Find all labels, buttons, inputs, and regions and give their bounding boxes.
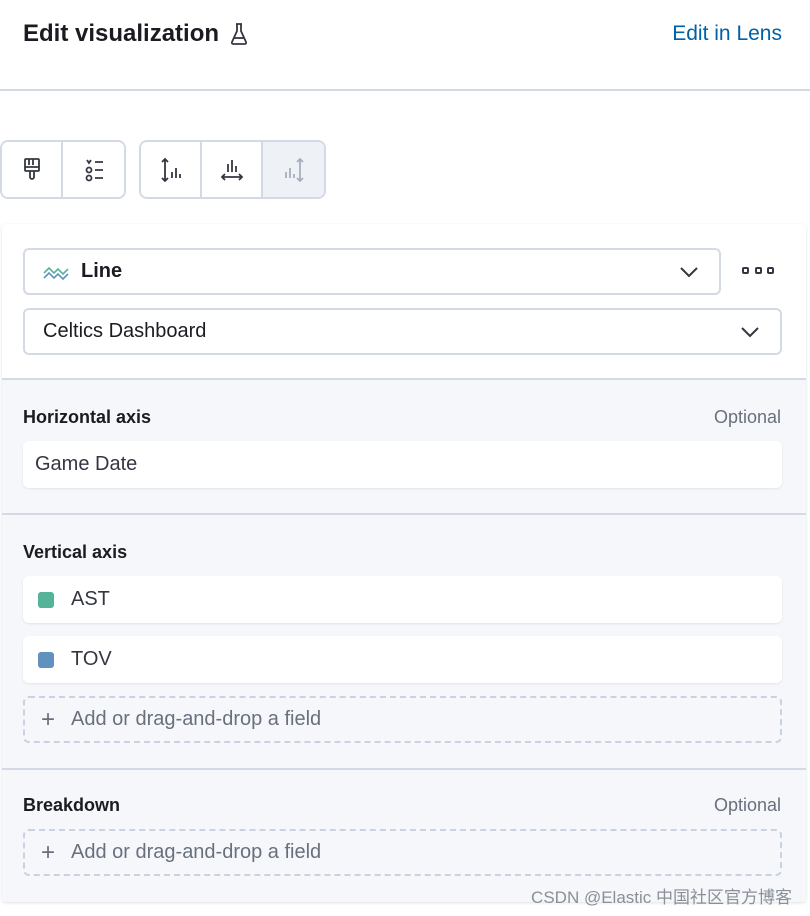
field-label: AST [71, 588, 110, 610]
line-chart-icon [43, 266, 69, 280]
color-swatch [38, 651, 54, 668]
vertical-axis-field-ast[interactable]: AST [23, 576, 782, 623]
color-swatch [38, 591, 54, 608]
breakdown-drop-zone[interactable]: + Add or drag-and-drop a field [23, 829, 782, 876]
left-axis-icon [160, 157, 181, 182]
dot-icon [742, 266, 749, 274]
watermark: CSDN @Elastic 中国社区官方博客 [531, 888, 792, 907]
plus-icon: + [41, 705, 56, 733]
layer-header: Line Celtics Dashboard [2, 224, 806, 380]
style-button-group [0, 140, 126, 199]
optional-label: Optional [713, 407, 781, 427]
breakdown-title: Breakdown [23, 795, 121, 815]
vertical-axis-section: Vertical axis AST TOV + Add or drag-and-… [2, 515, 806, 768]
paintbrush-icon [23, 157, 40, 180]
flyout-header: Edit visualization Edit in Lens [0, 0, 810, 91]
dot-icon [754, 266, 762, 274]
data-view-select[interactable]: Celtics Dashboard [23, 308, 782, 355]
appearance-button[interactable] [2, 142, 63, 197]
bottom-axis-button[interactable] [202, 142, 263, 197]
vertical-axis-drop-zone[interactable]: + Add or drag-and-drop a field [23, 696, 782, 743]
toolbar [0, 140, 326, 199]
legend-icon [85, 159, 103, 181]
axis-button-group [139, 140, 326, 199]
chevron-down-icon [741, 326, 759, 337]
right-axis-button[interactable] [263, 142, 324, 197]
layer-panel: Line Celtics Dashboard Horizontal axis O… [2, 224, 806, 902]
chart-type-label: Line [81, 260, 123, 282]
data-view-label: Celtics Dashboard [43, 320, 207, 342]
beaker-icon [230, 23, 248, 45]
page-title: Edit visualization [23, 20, 249, 48]
legend-button[interactable] [63, 142, 124, 197]
right-axis-icon [284, 157, 304, 182]
vertical-axis-field-tov[interactable]: TOV [23, 636, 782, 683]
bottom-axis-icon [220, 159, 243, 181]
dot-icon [767, 266, 774, 274]
drop-label: Add or drag-and-drop a field [71, 708, 322, 730]
chevron-down-icon [680, 266, 698, 277]
optional-label: Optional [713, 795, 781, 815]
horizontal-axis-section: Horizontal axis Optional Game Date [2, 380, 806, 515]
field-label: TOV [71, 648, 112, 670]
edit-in-lens-link[interactable]: Edit in Lens [672, 22, 782, 46]
layer-actions-button[interactable] [742, 260, 774, 280]
vertical-axis-title: Vertical axis [23, 542, 128, 562]
plus-icon: + [41, 838, 56, 866]
horizontal-axis-field[interactable]: Game Date [23, 441, 782, 488]
left-axis-button[interactable] [141, 142, 202, 197]
title-text: Edit visualization [23, 20, 220, 47]
chart-type-select[interactable]: Line [23, 248, 721, 295]
horizontal-axis-title: Horizontal axis [23, 407, 152, 427]
drop-label: Add or drag-and-drop a field [71, 841, 322, 863]
